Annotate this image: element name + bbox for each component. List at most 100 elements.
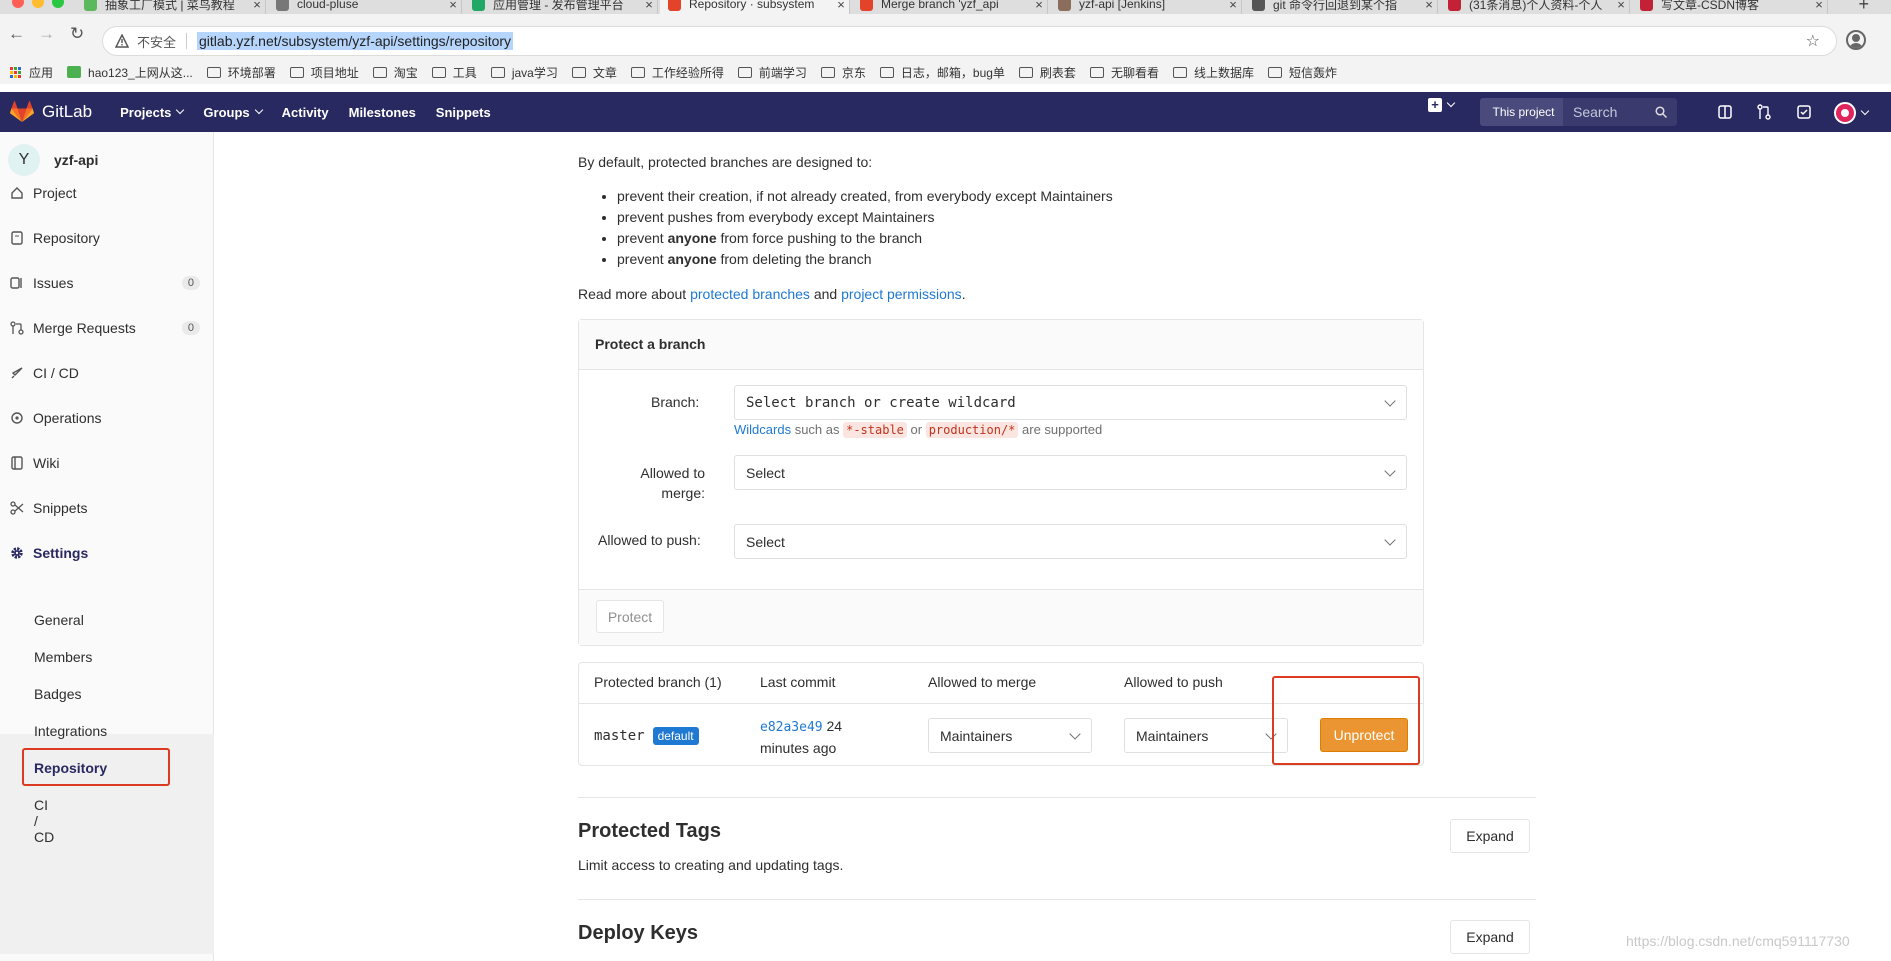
allowed-push-select[interactable]: Select bbox=[734, 524, 1407, 559]
browser-tab[interactable]: 抽象工厂模式 | 菜鸟教程 × bbox=[76, 0, 266, 14]
rule-text: prevent bbox=[617, 230, 668, 246]
new-tab-icon[interactable]: + bbox=[1858, 0, 1869, 14]
gitlab-brand[interactable]: GitLab bbox=[42, 102, 92, 122]
profile-avatar-icon[interactable] bbox=[1846, 30, 1866, 50]
tab-close-icon[interactable]: × bbox=[445, 0, 461, 12]
sidebar-toggle-icon[interactable] bbox=[1715, 102, 1735, 122]
wildcards-link[interactable]: Wildcards bbox=[734, 422, 791, 437]
bookmark-item[interactable]: 环境部署 bbox=[206, 64, 276, 81]
bookmark-star-icon[interactable]: ☆ bbox=[1806, 31, 1820, 51]
last-commit-cell: e82a3e49 24 minutes ago bbox=[760, 716, 842, 759]
forward-icon[interactable]: → bbox=[38, 24, 55, 44]
todos-icon[interactable] bbox=[1794, 102, 1814, 122]
zoom-window-icon[interactable] bbox=[52, 0, 64, 8]
allowed-merge-label-line1: Allowed to bbox=[640, 465, 705, 481]
nav-milestones[interactable]: Milestones bbox=[349, 105, 416, 120]
scissors-icon bbox=[9, 501, 25, 515]
bookmark-item[interactable]: 前端学习 bbox=[737, 64, 807, 81]
sidebar-item-snippets[interactable]: Snippets bbox=[0, 493, 214, 523]
bookmark-item[interactable]: 刷表套 bbox=[1018, 64, 1076, 81]
search-input[interactable]: Search bbox=[1563, 98, 1677, 126]
sidebar-item-label: Settings bbox=[33, 545, 89, 561]
browser-tab[interactable]: cloud-pluse × bbox=[268, 0, 462, 14]
tab-close-icon[interactable]: × bbox=[1613, 0, 1629, 12]
minimize-window-icon[interactable] bbox=[32, 0, 44, 8]
bookmark-item[interactable]: 淘宝 bbox=[372, 64, 418, 81]
project-name[interactable]: yzf-api bbox=[54, 152, 98, 168]
tab-close-icon[interactable]: × bbox=[1225, 0, 1241, 12]
browser-tab[interactable]: yzf-api [Jenkins] × bbox=[1050, 0, 1242, 14]
sidebar-item-issues[interactable]: Issues 0 bbox=[0, 268, 214, 298]
sidebar-item-merge-requests[interactable]: Merge Requests 0 bbox=[0, 313, 214, 343]
tab-close-icon[interactable]: × bbox=[1421, 0, 1437, 12]
bookmark-item[interactable]: 短信轰炸 bbox=[1267, 64, 1337, 81]
bookmark-item[interactable]: 项目地址 bbox=[289, 64, 359, 81]
search-scope[interactable]: This project bbox=[1480, 98, 1567, 126]
sidebar-item-wiki[interactable]: Wiki bbox=[0, 448, 214, 478]
close-window-icon[interactable] bbox=[12, 0, 24, 8]
sidebar-item-operations[interactable]: Operations bbox=[0, 403, 214, 433]
sidebar-item-repository[interactable]: Repository bbox=[0, 223, 214, 253]
browser-tab[interactable]: Merge branch 'yzf_api × bbox=[852, 0, 1048, 14]
tab-close-icon[interactable]: × bbox=[833, 0, 849, 12]
sidebar-item-project[interactable]: Project bbox=[0, 178, 214, 208]
gitlab-logo-icon[interactable] bbox=[10, 101, 34, 123]
folder-icon bbox=[1018, 66, 1033, 78]
tab-favicon-icon bbox=[1640, 0, 1653, 11]
tab-close-icon[interactable]: × bbox=[1811, 0, 1827, 12]
settings-sub-item[interactable]: Members bbox=[34, 649, 92, 665]
settings-sub-item[interactable]: CI / CD bbox=[34, 797, 54, 845]
bookmark-item[interactable]: 工具 bbox=[431, 64, 477, 81]
browser-tab[interactable]: 应用管理 - 发布管理平台 × bbox=[464, 0, 658, 14]
row-push-select[interactable]: Maintainers bbox=[1124, 718, 1288, 753]
user-menu[interactable] bbox=[1834, 102, 1870, 124]
project-permissions-link[interactable]: project permissions bbox=[841, 286, 962, 302]
expand-deploy-keys-button[interactable]: Expand bbox=[1450, 920, 1530, 954]
bookmark-item[interactable]: 京东 bbox=[820, 64, 866, 81]
settings-sub-item[interactable]: Integrations bbox=[34, 723, 107, 739]
project-avatar[interactable]: Y bbox=[8, 144, 40, 176]
browser-tab[interactable]: git 命令行回退到某个指 × bbox=[1244, 0, 1438, 14]
back-icon[interactable]: ← bbox=[8, 24, 25, 44]
nav-groups[interactable]: Groups bbox=[203, 105, 263, 120]
protect-button[interactable]: Protect bbox=[596, 600, 664, 633]
sidebar-count-badge: 0 bbox=[181, 276, 200, 290]
bookmark-item[interactable]: 工作经验所得 bbox=[630, 64, 724, 81]
address-bar[interactable]: 不安全 gitlab.yzf.net/subsystem/yzf-api/set… bbox=[102, 26, 1837, 56]
branch-select[interactable]: Select branch or create wildcard bbox=[734, 385, 1407, 420]
url-text[interactable]: gitlab.yzf.net/subsystem/yzf-api/setting… bbox=[197, 32, 514, 50]
commit-time-line2: minutes ago bbox=[760, 740, 837, 756]
protected-branches-link[interactable]: protected branches bbox=[690, 286, 810, 302]
bookmark-item[interactable]: 文章 bbox=[571, 64, 617, 81]
bookmark-item[interactable]: 日志，邮箱，bug单 bbox=[879, 64, 1005, 81]
bookmark-item[interactable]: hao123_上网从这... bbox=[67, 64, 193, 81]
expand-tags-button[interactable]: Expand bbox=[1450, 819, 1530, 853]
row-merge-select[interactable]: Maintainers bbox=[928, 718, 1092, 753]
bookmark-item[interactable]: 线上数据库 bbox=[1172, 64, 1254, 81]
settings-sub-item[interactable]: General bbox=[34, 612, 84, 628]
bookmark-item[interactable]: 应用 bbox=[10, 64, 53, 81]
sidebar-item-settings[interactable]: Settings bbox=[0, 538, 214, 568]
tab-favicon-icon bbox=[1252, 0, 1265, 11]
tab-close-icon[interactable]: × bbox=[1031, 0, 1047, 12]
nav-activity[interactable]: Activity bbox=[282, 105, 329, 120]
browser-tab[interactable]: Repository · subsystem × bbox=[660, 0, 850, 14]
nav-projects[interactable]: Projects bbox=[120, 105, 185, 120]
sidebar-item-ci-cd[interactable]: CI / CD bbox=[0, 358, 214, 388]
settings-sub-item[interactable]: Badges bbox=[34, 686, 81, 702]
allowed-merge-select[interactable]: Select bbox=[734, 455, 1407, 490]
table-header: Allowed to push bbox=[1124, 674, 1223, 690]
tab-close-icon[interactable]: × bbox=[641, 0, 657, 12]
tab-close-icon[interactable]: × bbox=[249, 0, 265, 12]
allowed-push-label: Allowed to push: bbox=[598, 532, 701, 548]
browser-tab[interactable]: (31条消息)个人资料-个人 × bbox=[1440, 0, 1630, 14]
nav-snippets[interactable]: Snippets bbox=[436, 105, 491, 120]
bookmark-item[interactable]: java学习 bbox=[490, 64, 558, 81]
commit-sha-link[interactable]: e82a3e49 bbox=[760, 720, 823, 735]
allowed-merge-value: Select bbox=[746, 464, 785, 481]
new-dropdown[interactable]: + bbox=[1428, 98, 1456, 112]
reload-icon[interactable]: ↻ bbox=[70, 24, 84, 44]
merge-requests-icon[interactable] bbox=[1754, 102, 1774, 122]
browser-tab[interactable]: 写文章-CSDN博客 × bbox=[1632, 0, 1828, 14]
bookmark-item[interactable]: 无聊看看 bbox=[1089, 64, 1159, 81]
